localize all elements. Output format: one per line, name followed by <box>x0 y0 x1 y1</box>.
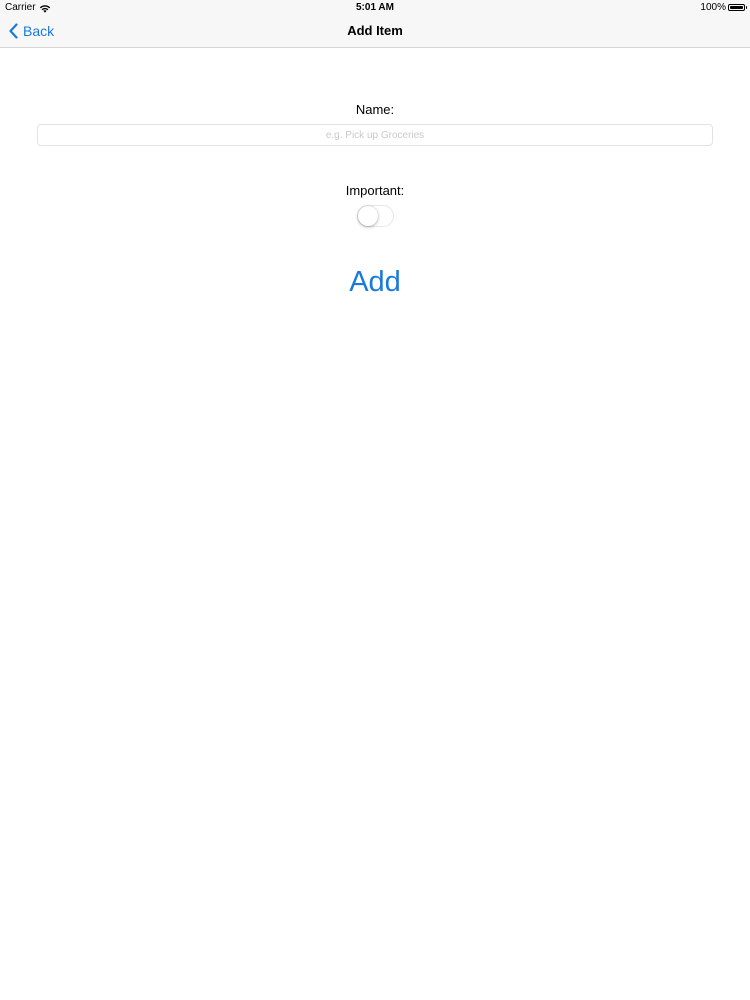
name-input[interactable] <box>37 124 713 146</box>
important-label: Important: <box>345 183 405 198</box>
important-toggle[interactable] <box>357 205 394 227</box>
status-time: 5:01 AM <box>356 2 394 13</box>
navigation-bar: Back Add Item <box>0 15 750 48</box>
toggle-knob <box>358 206 378 226</box>
name-label: Name: <box>355 102 395 117</box>
add-button-label: Add <box>349 266 401 298</box>
page-title: Add Item <box>347 23 403 38</box>
battery-icon <box>728 4 747 11</box>
add-button[interactable]: Add <box>0 266 750 299</box>
status-right: 100% <box>700 0 747 15</box>
battery-percentage: 100% <box>700 2 726 13</box>
add-item-screen: Carrier 5:01 AM 100% Back Add Item Name:… <box>0 0 750 1000</box>
status-bar: Carrier 5:01 AM 100% <box>0 0 750 15</box>
